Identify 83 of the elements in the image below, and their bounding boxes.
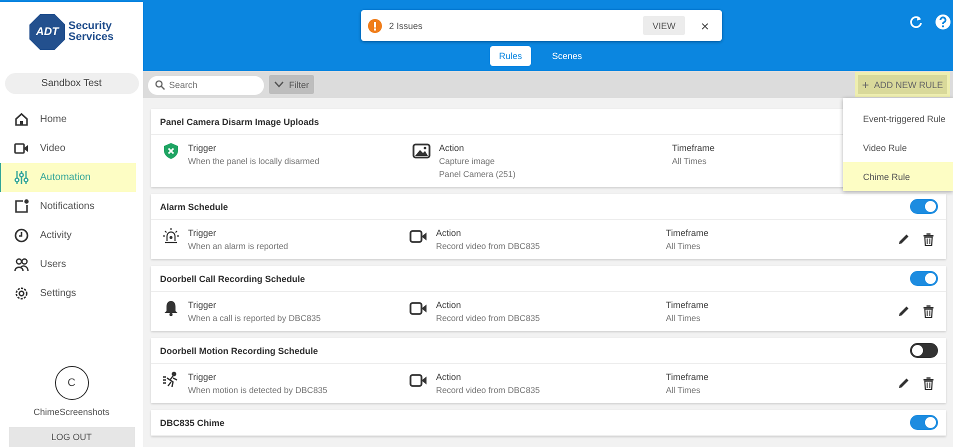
logo-text: Security	[68, 21, 113, 32]
video-camera-icon	[408, 299, 428, 317]
nav-item[interactable]: Users	[0, 250, 136, 279]
view-button[interactable]: VIEW	[643, 16, 685, 35]
delete-icon[interactable]	[923, 376, 934, 390]
field-label: Timeframe	[666, 300, 709, 310]
logout-button[interactable]: LOG OUT	[8, 427, 134, 447]
edit-icon[interactable]	[898, 233, 910, 245]
field-value: All Times	[672, 156, 708, 166]
edit-icon[interactable]	[898, 377, 910, 389]
nav-item[interactable]: Activity	[0, 221, 136, 250]
filter-button[interactable]: Filter	[269, 75, 314, 94]
menu-item[interactable]: Event-triggered Rule	[843, 104, 953, 133]
rule-title: Doorbell Motion Recording Schedule	[160, 346, 318, 356]
logo-mark: ADT	[36, 26, 59, 38]
video-camera-icon	[408, 227, 428, 245]
toggle-switch[interactable]	[910, 199, 938, 214]
field-value: All Times	[666, 313, 702, 323]
rule-title: Alarm Schedule	[160, 202, 228, 212]
rule-title: Doorbell Call Recording Schedule	[160, 274, 306, 284]
siren-icon	[162, 227, 180, 245]
field-value: Record video from DBC835	[436, 313, 540, 323]
field-label: Trigger	[188, 143, 218, 153]
delete-icon[interactable]	[923, 232, 934, 246]
nav-item[interactable]: Video	[0, 134, 136, 163]
logo-text: Services	[68, 32, 114, 43]
toggle-switch[interactable]	[910, 271, 938, 286]
users-icon	[14, 257, 29, 272]
clock-icon	[14, 228, 29, 243]
search-icon	[155, 80, 165, 90]
image-icon	[412, 142, 431, 160]
field-label: Timeframe	[666, 372, 709, 382]
field-value: When the panel is locally disarmed	[188, 156, 320, 166]
field-value: When motion is detected by DBC835	[188, 385, 328, 395]
rule-title: DBC835 Chime	[160, 418, 225, 428]
field-label: Action	[436, 372, 462, 382]
menu-item[interactable]: Video Rule	[843, 133, 953, 162]
field-value: All Times	[666, 385, 702, 395]
site-selector[interactable]: Sandbox Test	[4, 73, 138, 94]
refresh-icon	[909, 15, 923, 29]
warning-icon	[368, 18, 382, 32]
field-value: Capture image	[439, 156, 496, 166]
video-camera-icon	[14, 141, 29, 156]
user-name: ChimeScreenshots	[33, 407, 110, 417]
add-rule-button[interactable]: + ADD NEW RULE	[858, 75, 947, 94]
field-label: Action	[439, 143, 466, 153]
field-value: Record video from DBC835	[436, 385, 540, 395]
bell-icon	[162, 299, 180, 317]
close-button[interactable]: ×	[692, 18, 718, 34]
notification-icon	[14, 199, 29, 214]
field-label: Action	[436, 300, 462, 310]
delete-icon[interactable]	[923, 304, 934, 318]
field-value: Panel Camera (251)	[439, 169, 516, 179]
avatar-circle[interactable]: C	[54, 366, 88, 400]
video-camera-icon	[408, 371, 428, 389]
tab[interactable]: Scenes	[542, 46, 592, 66]
rule-title: Panel Camera Disarm Image Uploads	[160, 116, 320, 126]
gear-icon	[14, 286, 29, 301]
field-value: When a call is reported by DBC835	[188, 313, 321, 323]
issues-text: 2 Issues	[389, 20, 424, 30]
field-label: Timeframe	[666, 228, 709, 238]
edit-icon[interactable]	[898, 305, 910, 317]
field-label: Timeframe	[672, 143, 715, 153]
field-value: Record video from DBC835	[436, 241, 540, 251]
menu-item[interactable]: Chime Rule	[843, 162, 953, 191]
field-label: Trigger	[188, 372, 218, 382]
chevron-down-icon	[274, 81, 284, 88]
field-value: When an alarm is reported	[188, 241, 288, 251]
field-value: All Times	[666, 241, 702, 251]
sliders-icon	[14, 170, 29, 185]
field-label: Trigger	[188, 228, 218, 238]
nav-item[interactable]: Home	[0, 105, 136, 134]
tab[interactable]: Rules	[490, 46, 531, 66]
toggle-switch[interactable]	[910, 343, 938, 358]
search-field[interactable]: Search	[148, 76, 264, 94]
shield-icon	[162, 142, 180, 160]
field-label: Trigger	[188, 300, 218, 310]
home-icon	[14, 112, 29, 127]
toggle-switch[interactable]	[910, 415, 938, 430]
nav-item[interactable]: Notifications	[0, 192, 136, 221]
field-label: Action	[436, 228, 462, 238]
running-person-icon	[162, 371, 180, 389]
nav-item[interactable]: Settings	[0, 279, 136, 308]
